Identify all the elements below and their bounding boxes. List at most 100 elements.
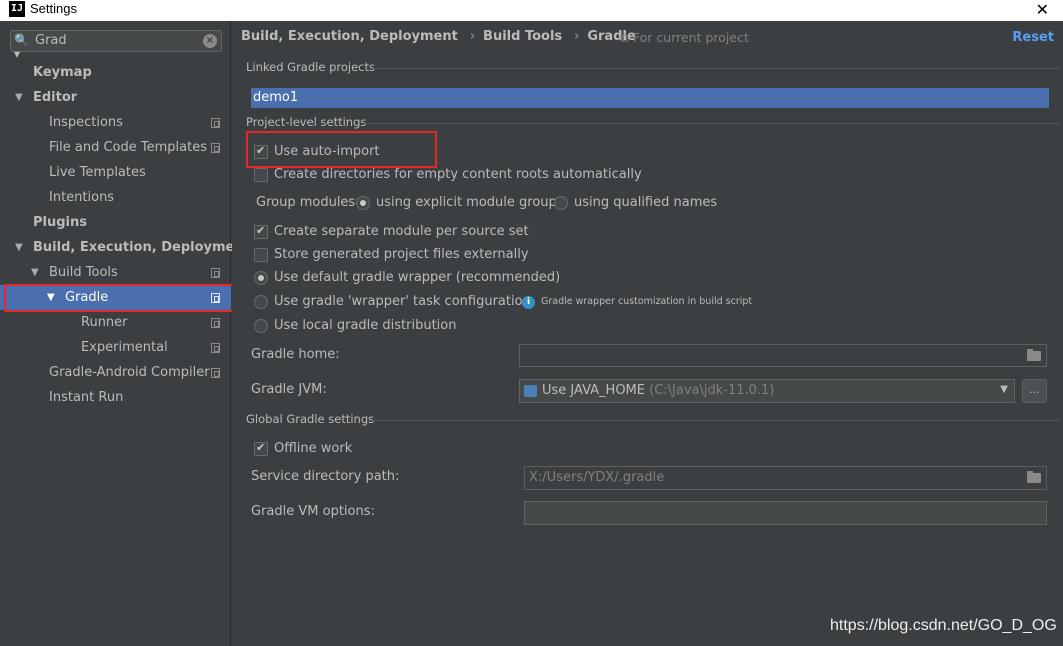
tree-item-label: Instant Run	[49, 390, 124, 405]
project-scope-label: For current project	[632, 30, 749, 45]
service-dir-field[interactable]: X:/Users/YDX/.gradle	[524, 466, 1047, 490]
project-scope-icon	[211, 368, 220, 378]
folder-icon[interactable]	[1027, 471, 1041, 483]
tree-item-label: Plugins	[33, 215, 87, 230]
wrapper-hint-text: Gradle wrapper customization in build sc…	[541, 296, 753, 307]
gradle-settings-panel: Build, Execution, Deployment › Build Tools…	[232, 21, 1063, 646]
tree-item-label: Editor	[33, 90, 78, 105]
breadcrumb: Build, Execution, Deployment › Build Tools…	[241, 29, 640, 44]
group-divider	[363, 123, 1060, 124]
service-dir-value: X:/Users/YDX/.gradle	[529, 470, 665, 485]
search-icon[interactable]: 🔍▾	[14, 33, 34, 61]
create-dirs-label[interactable]: Create directories for empty content roo…	[274, 167, 642, 182]
breadcrumb-separator: ›	[574, 29, 580, 44]
info-icon: i	[522, 296, 535, 309]
gradle-jvm-label: Gradle JVM:	[251, 382, 327, 397]
global-settings-group-title: Global Gradle settings	[246, 412, 375, 426]
watermark-text: https://blog.csdn.net/GO_D_OG	[830, 617, 1057, 634]
tree-item-label: Experimental	[81, 340, 168, 355]
gradle-home-label: Gradle home:	[251, 347, 340, 362]
project-scope-icon: ⧉	[620, 30, 633, 45]
separate-module-checkbox[interactable]	[254, 224, 268, 239]
jdk-icon	[524, 385, 537, 397]
project-scope-indicator: ⧉ For current project	[620, 30, 749, 46]
tree-item-label: Build Tools	[49, 265, 118, 280]
tree-item-label: Runner	[81, 315, 128, 330]
project-scope-icon	[211, 143, 220, 153]
settings-sidebar: 🔍▾ Grad × Keymap ▼ Editor Inspections Fi…	[0, 21, 250, 646]
group-divider	[369, 420, 1060, 421]
store-external-checkbox[interactable]	[254, 248, 268, 262]
vm-options-field[interactable]	[524, 501, 1047, 525]
intellij-app-icon: IJ	[9, 1, 25, 17]
tree-item-experimental[interactable]: Experimental	[0, 335, 231, 360]
tree-item-instant-run[interactable]: Instant Run	[0, 385, 231, 410]
group-modules-qualified-label[interactable]: using qualified names	[574, 195, 717, 210]
project-scope-icon	[211, 318, 220, 328]
tree-item-inspections[interactable]: Inspections	[0, 110, 231, 135]
close-window-icon[interactable]: ✕	[1036, 0, 1049, 19]
tree-item-gradle-android-compiler[interactable]: Gradle-Android Compiler	[0, 360, 231, 385]
gradle-jvm-path: (C:\Java\jdk-11.0.1)	[649, 383, 775, 398]
tree-item-build-tools[interactable]: ▼ Build Tools	[0, 260, 231, 285]
gradle-jvm-value: Use JAVA_HOME (C:\Java\jdk-11.0.1)	[542, 383, 774, 398]
group-divider	[370, 68, 1060, 69]
highlight-box-gradle	[4, 284, 234, 312]
tree-item-label: Intentions	[49, 190, 115, 205]
breadcrumb-separator: ›	[469, 29, 476, 44]
project-scope-icon	[211, 268, 220, 278]
wrapper-default-radio[interactable]	[254, 271, 268, 285]
folder-icon[interactable]	[1027, 349, 1041, 361]
linked-projects-group-title: Linked Gradle projects	[246, 60, 375, 74]
window-title: Settings	[30, 1, 77, 16]
group-modules-explicit-radio[interactable]	[356, 196, 370, 210]
vm-options-label: Gradle VM options:	[251, 504, 375, 519]
tree-item-live-templates[interactable]: Live Templates	[0, 160, 231, 185]
tree-item-keymap[interactable]: Keymap	[0, 60, 231, 85]
wrapper-default-label[interactable]: Use default gradle wrapper (recommended)	[274, 270, 560, 285]
window-titlebar: IJ Settings ✕	[0, 0, 1063, 21]
tree-item-runner[interactable]: Runner	[0, 310, 231, 335]
browse-jvm-button[interactable]: ...	[1022, 379, 1047, 403]
service-dir-label: Service directory path:	[251, 469, 400, 484]
tree-item-build-execution-deployment[interactable]: ▼ Build, Execution, Deployment	[0, 235, 250, 260]
local-dist-radio[interactable]	[254, 319, 268, 333]
breadcrumb-build-execution-deployment: Build, Execution, Deployment	[241, 29, 458, 44]
offline-work-label[interactable]: Offline work	[274, 441, 352, 456]
project-scope-icon	[211, 118, 220, 128]
expand-arrow-icon[interactable]: ▼	[31, 260, 39, 285]
linked-project-item[interactable]: demo1	[251, 88, 1049, 108]
create-dirs-checkbox[interactable]	[254, 168, 268, 182]
gradle-home-field[interactable]	[519, 344, 1047, 367]
search-input-value[interactable]: Grad	[35, 33, 67, 48]
expand-arrow-icon[interactable]: ▼	[15, 85, 23, 110]
reset-link[interactable]: Reset	[1012, 30, 1054, 45]
wrapper-task-radio[interactable]	[254, 295, 268, 309]
tree-item-label: Gradle-Android Compiler	[49, 365, 210, 380]
group-modules-qualified-radio[interactable]	[554, 196, 568, 210]
group-modules-label: Group modules:	[256, 195, 360, 210]
project-settings-group-title: Project-level settings	[246, 115, 367, 129]
local-dist-label[interactable]: Use local gradle distribution	[274, 318, 456, 333]
wrapper-task-label[interactable]: Use gradle 'wrapper' task configuration	[274, 294, 531, 309]
tree-item-label: Inspections	[49, 115, 123, 130]
separate-module-label[interactable]: Create separate module per source set	[274, 224, 529, 239]
chevron-down-icon[interactable]: ▼	[1000, 384, 1008, 395]
store-external-label[interactable]: Store generated project files externally	[274, 247, 529, 262]
gradle-jvm-select[interactable]: Use JAVA_HOME (C:\Java\jdk-11.0.1) ▼	[519, 379, 1015, 403]
tree-item-label: Live Templates	[49, 165, 146, 180]
gradle-jvm-selected: Use JAVA_HOME	[542, 383, 645, 398]
tree-item-label: File and Code Templates	[49, 140, 207, 155]
tree-item-label: Build, Execution, Deployment	[33, 240, 250, 255]
tree-item-label: Keymap	[33, 65, 92, 80]
tree-item-plugins[interactable]: Plugins	[0, 210, 231, 235]
tree-item-editor[interactable]: ▼ Editor	[0, 85, 231, 110]
clear-search-icon[interactable]: ×	[203, 34, 217, 48]
tree-item-file-and-code-templates[interactable]: File and Code Templates	[0, 135, 231, 160]
expand-arrow-icon[interactable]: ▼	[15, 235, 23, 260]
offline-work-checkbox[interactable]	[254, 441, 268, 456]
project-scope-icon	[211, 343, 220, 353]
tree-item-intentions[interactable]: Intentions	[0, 185, 231, 210]
settings-search-input[interactable]: 🔍▾ Grad ×	[10, 30, 222, 61]
group-modules-explicit-label[interactable]: using explicit module groups	[376, 195, 564, 210]
